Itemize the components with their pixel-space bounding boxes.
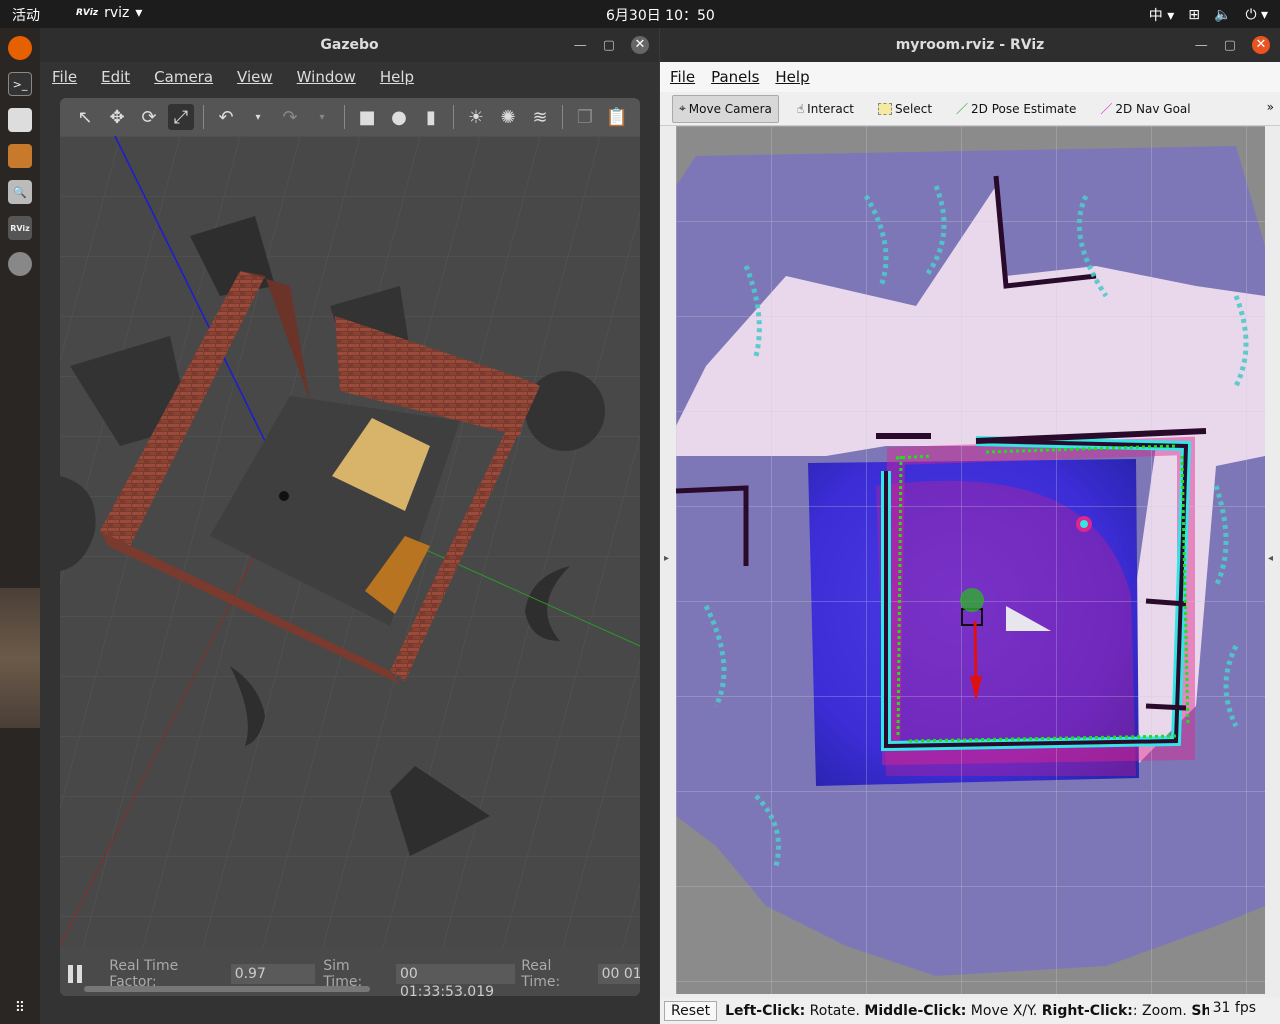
- maximize-icon[interactable]: ▢: [603, 38, 615, 53]
- image-viewer-icon[interactable]: 🔍: [8, 180, 32, 204]
- sim-time-value: 00 01:33:53.019: [395, 964, 516, 996]
- paste-icon[interactable]: 📋: [604, 104, 630, 130]
- dock: >_ 🔍 RViz ⠿: [0, 28, 40, 1024]
- maximize-icon[interactable]: ▢: [1224, 38, 1236, 53]
- close-icon[interactable]: ✕: [631, 36, 649, 54]
- copy-icon[interactable]: ❐: [572, 104, 598, 130]
- gazebo-window: Gazebo — ▢ ✕ File Edit Camera View Windo…: [40, 28, 659, 1024]
- rviz-dock-icon[interactable]: RViz: [8, 216, 32, 240]
- show-apps-icon[interactable]: ⠿: [8, 996, 32, 1020]
- hand-icon: ☝: [796, 101, 805, 116]
- spot-light-icon[interactable]: ✺: [495, 104, 521, 130]
- scene-render: [60, 135, 640, 948]
- pose-estimate-button[interactable]: ／ 2D Pose Estimate: [950, 95, 1082, 123]
- system-tray[interactable]: 中 ▾ ⊞ 🔈 ⏻ ▾: [1149, 5, 1268, 25]
- top-bar: 活动 RViz rviz ▾ 6月30日 10：50 中 ▾ ⊞ 🔈 ⏻ ▾: [0, 0, 1280, 28]
- fps-counter: 31 fps: [1208, 1000, 1256, 1016]
- particle-cloud: [960, 588, 984, 612]
- input-method-indicator[interactable]: 中 ▾: [1149, 5, 1174, 25]
- sphere-shape-icon[interactable]: ●: [386, 104, 412, 130]
- menu-camera[interactable]: Camera: [142, 68, 225, 86]
- toolbar-overflow-icon[interactable]: »: [1267, 100, 1274, 114]
- app-menu[interactable]: RViz rviz ▾: [76, 5, 142, 21]
- gazebo-title: Gazebo: [40, 28, 659, 62]
- magenta-arrow-icon: ／: [1100, 102, 1113, 116]
- interact-button[interactable]: ☝ Interact: [791, 95, 860, 123]
- cylinder-shape-icon[interactable]: ▮: [418, 104, 444, 130]
- app-name: rviz: [104, 5, 130, 21]
- select-arrow-icon[interactable]: ↖: [72, 104, 98, 130]
- files-icon[interactable]: [8, 108, 32, 132]
- pause-icon[interactable]: [68, 965, 83, 983]
- clock[interactable]: 6月30日 10：50: [606, 5, 715, 25]
- map-render: [676, 126, 1265, 994]
- right-dock-handle[interactable]: ◂: [1268, 553, 1273, 564]
- rviz-title: myroom.rviz - RViz: [660, 28, 1280, 62]
- undo-dropdown-icon[interactable]: ▾: [245, 104, 271, 130]
- stack-icon[interactable]: [8, 144, 32, 168]
- rviz-toolbar: ⌖ Move Camera ☝ Interact Select ／ 2D Pose E…: [660, 92, 1280, 126]
- robot-model: [279, 491, 289, 501]
- minimize-icon[interactable]: —: [574, 38, 587, 53]
- green-arrow-icon: ／: [956, 102, 969, 116]
- minimize-icon[interactable]: —: [1195, 38, 1208, 53]
- gazebo-status-bar: Real Time Factor: 0.97 Sim Time: 00 01:3…: [60, 948, 640, 996]
- real-time-factor-value: 0.97: [230, 964, 316, 984]
- wallpaper-strip: [0, 588, 40, 728]
- real-time-label: Real Time:: [521, 958, 561, 990]
- gazebo-window-controls: — ▢ ✕: [574, 28, 649, 62]
- move-camera-button[interactable]: ⌖ Move Camera: [672, 94, 779, 123]
- menu-file[interactable]: File: [40, 68, 89, 86]
- rviz-status-bar: Reset Left-Click: Rotate. Middle-Click: …: [660, 998, 1280, 1024]
- volume-icon[interactable]: 🔈: [1214, 7, 1231, 23]
- rviz-app-icon: RViz: [76, 8, 99, 18]
- terminal-icon[interactable]: >_: [8, 72, 32, 96]
- gazebo-menubar: File Edit Camera View Window Help: [40, 62, 659, 92]
- box-shape-icon[interactable]: ■: [354, 104, 380, 130]
- power-icon[interactable]: ⏻ ▾: [1245, 7, 1268, 23]
- menu-help[interactable]: Help: [368, 68, 426, 86]
- gazebo-3d-scene[interactable]: [60, 135, 640, 948]
- network-icon[interactable]: ⊞: [1188, 7, 1200, 23]
- menu-file[interactable]: File: [660, 68, 701, 86]
- menu-edit[interactable]: Edit: [89, 68, 142, 86]
- gazebo-viewport-frame: ↖ ✥ ⟳ ⤢ ↶ ▾ ↷ ▾ ■ ● ▮ ☀ ✺ ≋ ❐ 📋 Real Tim…: [60, 98, 640, 996]
- activities-button[interactable]: 活动: [12, 5, 40, 25]
- translate-icon[interactable]: ✥: [104, 104, 130, 130]
- firefox-icon[interactable]: [8, 36, 32, 60]
- menu-window[interactable]: Window: [285, 68, 368, 86]
- horizontal-scrollbar[interactable]: [84, 986, 370, 992]
- rviz-window: myroom.rviz - RViz — ▢ ✕ File Panels Hel…: [660, 28, 1280, 1024]
- close-icon[interactable]: ✕: [1252, 36, 1270, 54]
- directional-light-icon[interactable]: ≋: [527, 104, 553, 130]
- redo-dropdown-icon[interactable]: ▾: [309, 104, 335, 130]
- reset-button[interactable]: Reset: [664, 1001, 718, 1021]
- nav-goal-button[interactable]: ／ 2D Nav Goal: [1094, 95, 1196, 123]
- menu-panels[interactable]: Panels: [701, 68, 765, 86]
- rviz-window-controls: — ▢ ✕: [1195, 28, 1270, 62]
- select-button[interactable]: Select: [872, 95, 938, 123]
- gazebo-toolbar: ↖ ✥ ⟳ ⤢ ↶ ▾ ↷ ▾ ■ ● ▮ ☀ ✺ ≋ ❐ 📋: [60, 98, 640, 136]
- cylinder-obstacle: [525, 371, 605, 451]
- select-box-icon: [878, 102, 892, 115]
- rotate-icon[interactable]: ⟳: [136, 104, 162, 130]
- undo-icon[interactable]: ↶: [213, 104, 239, 130]
- redo-icon[interactable]: ↷: [277, 104, 303, 130]
- scale-icon[interactable]: ⤢: [168, 104, 194, 130]
- real-time-value: 00 01:: [597, 964, 640, 984]
- rviz-3d-view[interactable]: [676, 126, 1265, 994]
- rviz-menubar: File Panels Help: [660, 62, 1280, 92]
- camera-icon: ⌖: [679, 101, 686, 115]
- menu-view[interactable]: View: [225, 68, 285, 86]
- menu-help[interactable]: Help: [765, 68, 815, 86]
- gazebo-dock-icon[interactable]: [8, 252, 32, 276]
- chevron-down-icon: ▾: [135, 5, 143, 21]
- status-hint: Left-Click: Rotate. Middle-Click: Move X…: [725, 1003, 1215, 1019]
- point-light-icon[interactable]: ☀: [463, 104, 489, 130]
- left-dock-handle[interactable]: ▸: [664, 553, 669, 564]
